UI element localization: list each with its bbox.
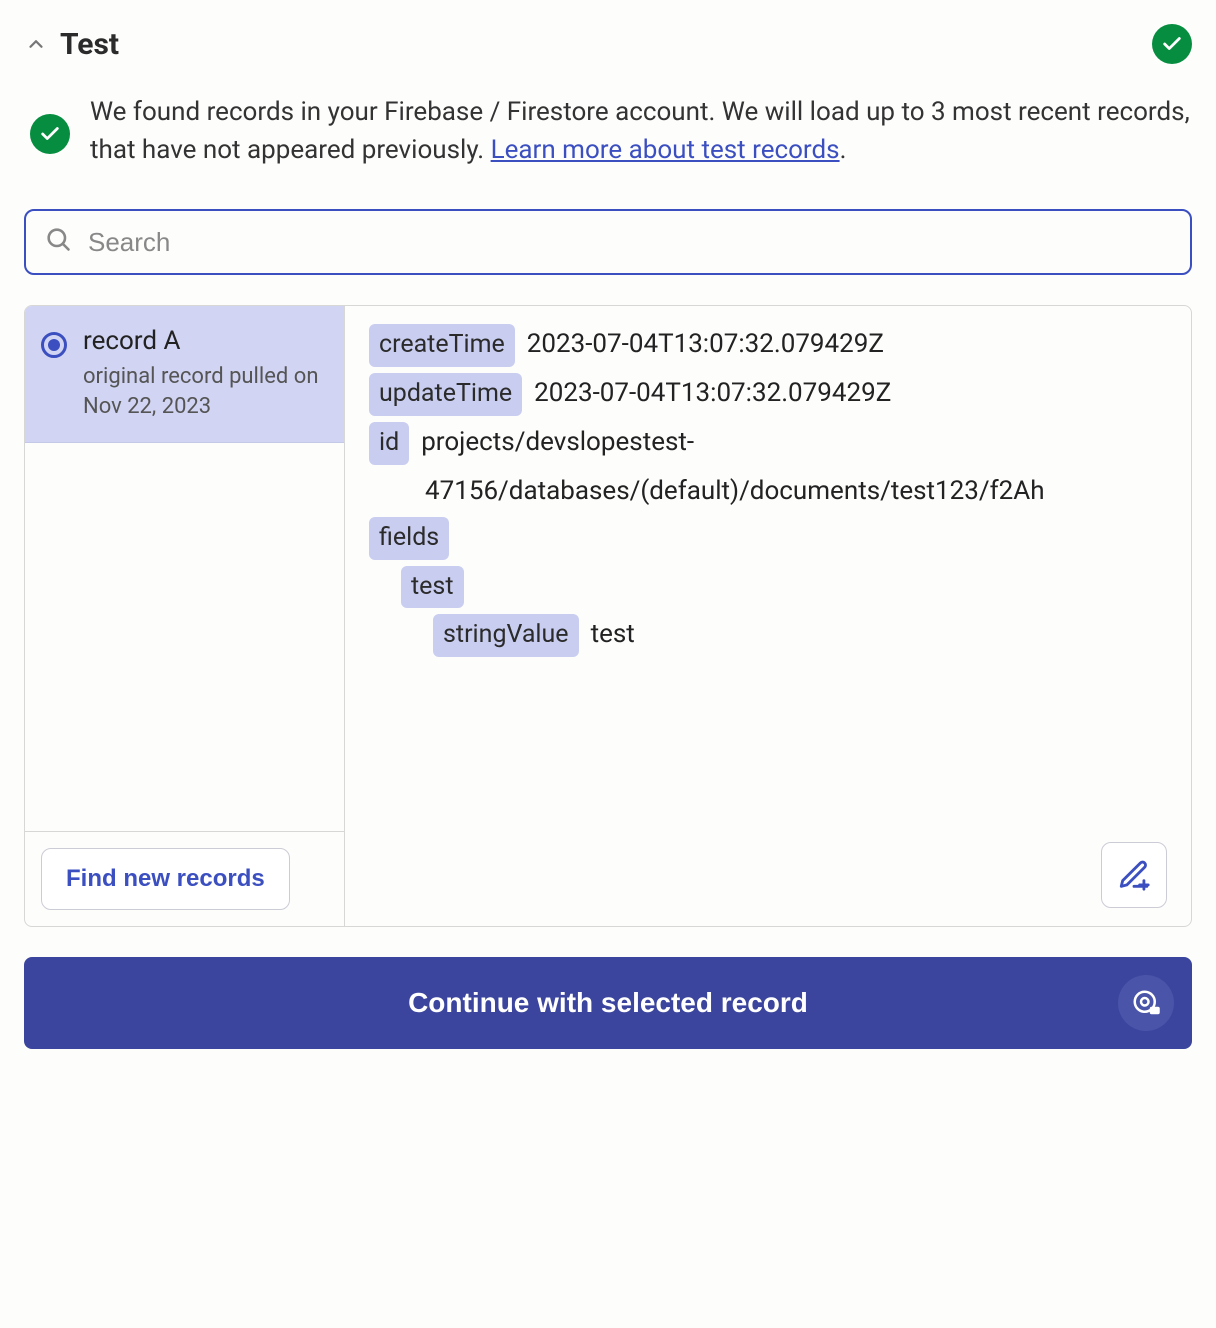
info-message: We found records in your Firebase / Fire… [30, 94, 1192, 169]
record-detail: createTime 2023-07-04T13:07:32.079429Z u… [345, 306, 1191, 926]
record-text: record A original record pulled on Nov 2… [83, 326, 328, 421]
continue-button-label: Continue with selected record [408, 987, 808, 1018]
section-header: Test [24, 24, 1192, 64]
detail-row-updateTime: updateTime 2023-07-04T13:07:32.079429Z [369, 373, 1167, 416]
status-success-icon [1152, 24, 1192, 64]
radio-selected-icon[interactable] [41, 332, 67, 358]
key-createTime: createTime [369, 324, 515, 367]
detail-row-stringValue: stringValue test [433, 614, 1167, 657]
search-icon [44, 225, 72, 259]
key-id: id [369, 422, 409, 465]
record-subtitle: original record pulled on Nov 22, 2023 [83, 362, 328, 421]
search-input[interactable] [88, 227, 1172, 258]
value-stringValue: test [591, 614, 635, 654]
value-id-line2: 47156/databases/(default)/documents/test… [425, 471, 1045, 511]
section-title: Test [60, 27, 119, 62]
value-updateTime: 2023-07-04T13:07:32.079429Z [534, 373, 891, 413]
record-label: record A [83, 326, 328, 356]
search-field-wrapper[interactable] [24, 209, 1192, 275]
chevron-up-icon[interactable] [24, 32, 48, 56]
record-list: record A original record pulled on Nov 2… [25, 306, 345, 926]
key-fields: fields [369, 517, 449, 560]
info-text-after: . [840, 135, 847, 165]
record-item[interactable]: record A original record pulled on Nov 2… [25, 306, 344, 442]
detail-row-fields: fields [369, 517, 1167, 560]
detail-row-id: id projects/devslopestest- [369, 422, 1167, 465]
key-stringValue: stringValue [433, 614, 579, 657]
key-test: test [401, 566, 464, 609]
learn-more-link[interactable]: Learn more about test records [491, 135, 840, 165]
header-left: Test [24, 27, 119, 62]
find-new-records-button[interactable]: Find new records [41, 848, 290, 910]
help-fab-icon[interactable] [1118, 975, 1174, 1031]
value-id-line1: projects/devslopestest- [421, 422, 694, 462]
check-icon [30, 114, 70, 154]
detail-row-createTime: createTime 2023-07-04T13:07:32.079429Z [369, 324, 1167, 367]
edit-record-button[interactable] [1101, 842, 1167, 908]
info-text: We found records in your Firebase / Fire… [90, 94, 1192, 169]
detail-row-id-line2: 47156/databases/(default)/documents/test… [369, 471, 1167, 511]
detail-row-test: test [401, 566, 1167, 609]
pencil-plus-icon [1117, 858, 1151, 892]
key-updateTime: updateTime [369, 373, 522, 416]
continue-button[interactable]: Continue with selected record [24, 957, 1192, 1049]
value-createTime: 2023-07-04T13:07:32.079429Z [527, 324, 884, 364]
records-panel: record A original record pulled on Nov 2… [24, 305, 1192, 927]
record-list-footer: Find new records [25, 831, 344, 926]
